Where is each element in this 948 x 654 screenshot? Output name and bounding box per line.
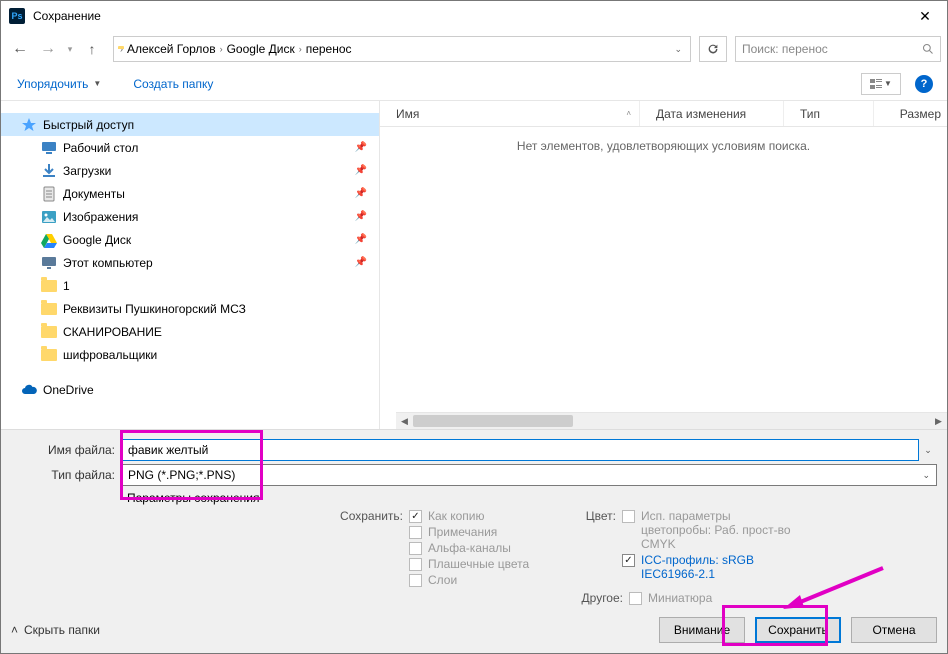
hide-folders-toggle[interactable]: ˄Скрыть папки: [11, 623, 100, 637]
nav-back-button[interactable]: ←: [7, 36, 33, 62]
toolbar: Упорядочить▼ Создать папку ▼ ?: [1, 67, 947, 101]
view-icon: [870, 78, 882, 90]
desktop-icon: [41, 140, 57, 156]
breadcrumb-seg-0[interactable]: Алексей Горлов: [125, 42, 218, 56]
breadcrumb-seg-1[interactable]: Google Диск: [225, 42, 297, 56]
tree-item-documents[interactable]: Документы📌: [1, 182, 379, 205]
help-button[interactable]: ?: [915, 75, 933, 93]
documents-icon: [41, 186, 57, 202]
search-icon: [922, 43, 934, 55]
folder-icon: [41, 347, 57, 363]
col-name[interactable]: Имя˄: [380, 101, 640, 126]
organize-button[interactable]: Упорядочить▼: [15, 74, 103, 94]
file-area: Имя˄ Дата изменения Тип Размер Нет элеме…: [379, 101, 947, 429]
tree-item-thispc[interactable]: Этот компьютер📌: [1, 251, 379, 274]
main-body: Быстрый доступ Рабочий стол📌 Загрузки📌 Д…: [1, 101, 947, 429]
chk-alpha: [409, 542, 422, 555]
nav-bar: ← → ▾ ↑ › Алексей Горлов › Google Диск ›…: [1, 31, 947, 67]
col-date[interactable]: Дата изменения: [640, 101, 784, 126]
tree-quick-access[interactable]: Быстрый доступ: [1, 113, 379, 136]
h-scrollbar[interactable]: ◀ ▶: [396, 412, 947, 429]
pin-icon: 📌: [355, 211, 367, 222]
app-icon: Ps: [9, 8, 25, 24]
tree-onedrive[interactable]: OneDrive: [1, 378, 379, 401]
tree-item-folder-1[interactable]: 1: [1, 274, 379, 297]
chk-proof: [622, 510, 635, 523]
scroll-left-icon[interactable]: ◀: [396, 413, 413, 429]
search-placeholder: Поиск: перенос: [742, 42, 828, 56]
breadcrumb-dropdown[interactable]: ⌄: [670, 44, 686, 55]
chk-thumb: [629, 592, 642, 605]
column-headers: Имя˄ Дата изменения Тип Размер: [380, 101, 947, 127]
sort-indicator: ˄: [626, 109, 631, 118]
search-input[interactable]: Поиск: перенос: [735, 36, 941, 62]
save-button[interactable]: Сохранить: [755, 617, 841, 643]
col-size[interactable]: Размер: [874, 101, 947, 126]
pin-icon: 📌: [355, 257, 367, 268]
chk-notes: [409, 526, 422, 539]
close-button[interactable]: ✕: [903, 1, 947, 31]
folder-icon: [41, 324, 57, 340]
filename-label: Имя файла:: [11, 443, 121, 457]
breadcrumb-seg-2[interactable]: перенос: [304, 42, 354, 56]
nav-tree: Быстрый доступ Рабочий стол📌 Загрузки📌 Д…: [1, 101, 379, 429]
chk-layers: [409, 574, 422, 587]
bottom-panel: Имя файла: ⌄ Тип файла: PNG (*.PNG;*.PNS…: [1, 429, 947, 653]
pictures-icon: [41, 209, 57, 225]
save-params-link[interactable]: Параметры сохранения: [127, 489, 937, 507]
tree-item-folder-4[interactable]: шифровальщики: [1, 343, 379, 366]
empty-message: Нет элементов, удовлетворяющих условиям …: [380, 127, 947, 153]
col-type[interactable]: Тип: [784, 101, 874, 126]
titlebar: Ps Сохранение ✕: [1, 1, 947, 31]
tree-item-gdrive[interactable]: Google Диск📌: [1, 228, 379, 251]
scroll-thumb[interactable]: [413, 415, 573, 427]
tree-item-folder-2[interactable]: Реквизиты Пушкиногорский МСЗ: [1, 297, 379, 320]
chevron-up-icon: ˄: [11, 623, 18, 637]
breadcrumb[interactable]: › Алексей Горлов › Google Диск › перенос…: [113, 36, 691, 62]
view-mode-button[interactable]: ▼: [861, 73, 901, 95]
nav-forward-button: →: [35, 36, 61, 62]
star-icon: [21, 117, 37, 133]
folder-icon: [41, 301, 57, 317]
file-list: Нет элементов, удовлетворяющих условиям …: [380, 127, 947, 429]
pin-icon: 📌: [355, 142, 367, 153]
pc-icon: [41, 255, 57, 271]
chevron-down-icon: ⌄: [922, 470, 930, 481]
gdrive-icon: [41, 232, 57, 248]
tree-item-pictures[interactable]: Изображения📌: [1, 205, 379, 228]
chk-icc[interactable]: ✓: [622, 554, 635, 567]
tree-item-desktop[interactable]: Рабочий стол📌: [1, 136, 379, 159]
save-dialog: Ps Сохранение ✕ ← → ▾ ↑ › Алексей Горлов…: [0, 0, 948, 654]
filename-input[interactable]: [121, 439, 919, 461]
chk-as-copy: ✓: [409, 510, 422, 523]
save-options: Сохранить:✓Как копию Примечания Альфа-ка…: [11, 507, 937, 611]
action-row: ˄Скрыть папки Внимание Сохранить Отмена: [11, 611, 937, 643]
filename-dropdown[interactable]: ⌄: [919, 445, 937, 456]
tree-item-folder-3[interactable]: СКАНИРОВАНИЕ: [1, 320, 379, 343]
scroll-right-icon[interactable]: ▶: [930, 413, 947, 429]
cloud-icon: [21, 382, 37, 398]
pin-icon: 📌: [355, 165, 367, 176]
nav-history-dropdown[interactable]: ▾: [63, 44, 77, 55]
pin-icon: 📌: [355, 188, 367, 199]
attention-button[interactable]: Внимание: [659, 617, 745, 643]
nav-up-button[interactable]: ↑: [79, 36, 105, 62]
chk-spot: [409, 558, 422, 571]
downloads-icon: [41, 163, 57, 179]
refresh-button[interactable]: [699, 36, 727, 62]
window-title: Сохранение: [33, 9, 903, 23]
filetype-label: Тип файла:: [11, 468, 121, 482]
cancel-button[interactable]: Отмена: [851, 617, 937, 643]
folder-icon: [41, 278, 57, 294]
filetype-combo[interactable]: PNG (*.PNG;*.PNS) ⌄: [121, 464, 937, 486]
new-folder-button[interactable]: Создать папку: [131, 74, 215, 94]
pin-icon: 📌: [355, 234, 367, 245]
tree-item-downloads[interactable]: Загрузки📌: [1, 159, 379, 182]
